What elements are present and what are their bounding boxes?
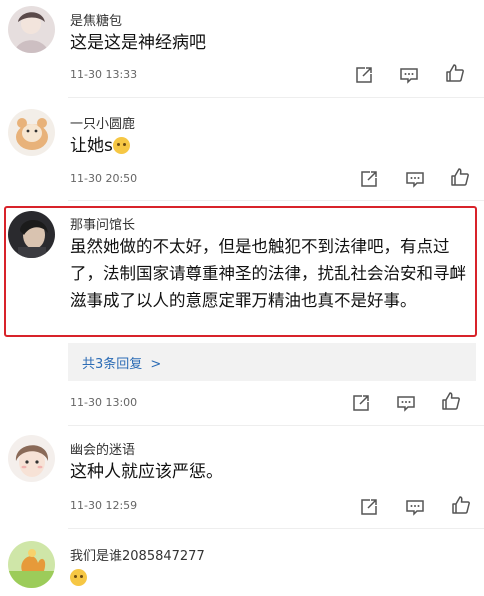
comment-text: 这是这是神经病吧	[70, 33, 206, 53]
comment-text-content: 让她s	[70, 136, 113, 156]
comment-text: 虽然她做的不太好，但是也触犯不到法律吧，有点过了，法制国家请尊重神圣的法律，扰乱…	[70, 237, 466, 310]
comment-button[interactable]	[404, 168, 426, 190]
username[interactable]: 一只小圆鹿	[70, 113, 135, 132]
comment-text: 这种人就应该严惩。	[70, 462, 223, 482]
view-replies-link[interactable]: 共3条回复 >	[82, 353, 161, 372]
comment-icon	[406, 172, 424, 188]
avatar[interactable]	[8, 109, 55, 156]
avatar[interactable]	[8, 6, 55, 53]
comment-time: 11-30 13:00	[70, 396, 138, 409]
comment-icon	[397, 396, 415, 412]
comment-time: 11-30 13:33	[70, 68, 138, 81]
share-button[interactable]	[350, 392, 372, 414]
comment-text: 让她s	[70, 133, 460, 160]
share-icon	[353, 395, 369, 411]
username[interactable]: 那事问馆长	[70, 214, 135, 233]
comment-time: 11-30 12:59	[70, 499, 138, 512]
share-icon	[361, 499, 377, 515]
avatar[interactable]	[8, 211, 55, 258]
avatar[interactable]	[8, 541, 55, 588]
like-button[interactable]	[444, 62, 466, 84]
comment-text	[70, 565, 460, 592]
emoji-grimace-icon	[112, 137, 130, 154]
thumbs-up-icon	[446, 64, 464, 82]
like-button[interactable]	[449, 166, 471, 188]
share-button[interactable]	[358, 496, 380, 518]
share-button[interactable]	[353, 64, 375, 86]
chevron-right-icon: >	[150, 356, 162, 372]
comment-button[interactable]	[398, 64, 420, 86]
share-button[interactable]	[358, 168, 380, 190]
like-button[interactable]	[440, 390, 462, 412]
comment-time: 11-30 20:50	[70, 172, 138, 185]
replies-label: 共3条回复	[82, 356, 143, 372]
thumbs-up-icon	[451, 168, 469, 186]
divider	[68, 528, 484, 529]
replies-bar[interactable]: 共3条回复 >	[68, 343, 476, 381]
comment-icon	[400, 68, 418, 84]
share-icon	[361, 171, 377, 187]
thumbs-up-icon	[442, 392, 460, 410]
share-icon	[356, 67, 372, 83]
avatar[interactable]	[8, 435, 55, 482]
username[interactable]: 幽会的迷语	[70, 439, 135, 458]
divider	[68, 97, 484, 98]
comment-button[interactable]	[404, 496, 426, 518]
comment-button[interactable]	[395, 392, 417, 414]
comment-icon	[406, 500, 424, 516]
divider	[68, 425, 484, 426]
thumbs-up-icon	[452, 496, 470, 514]
username[interactable]: 我们是谁2085847277	[70, 545, 205, 564]
like-button[interactable]	[450, 494, 472, 516]
emoji-grimace-icon	[70, 569, 87, 586]
divider	[68, 200, 484, 201]
username[interactable]: 是焦糖包	[70, 10, 122, 29]
